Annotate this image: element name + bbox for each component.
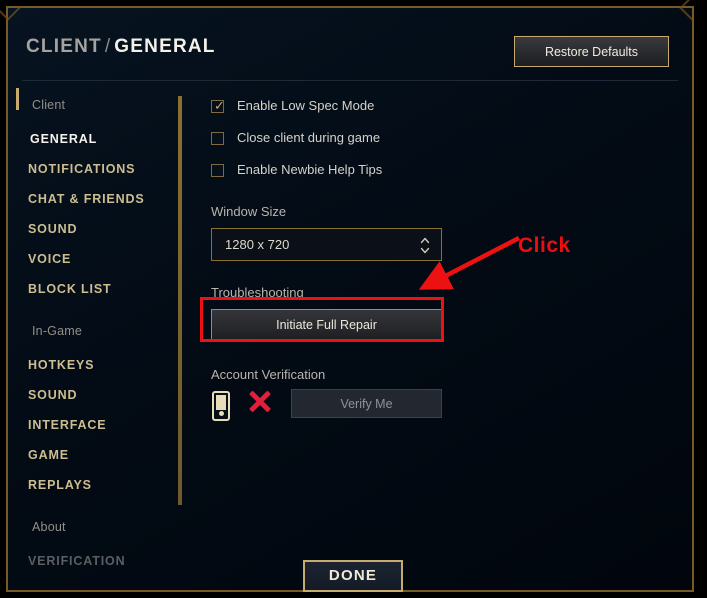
check-icon: ✓ <box>214 98 225 113</box>
window-size-dropdown[interactable]: 1280 x 720 <box>211 228 442 261</box>
checkbox-label-enable-low-spec-mode: Enable Low Spec Mode <box>237 98 375 113</box>
sidebar-group-client: Client <box>32 98 66 112</box>
window-size-value: 1280 x 720 <box>225 237 290 252</box>
sidebar-item-interface[interactable]: INTERFACE <box>28 418 107 432</box>
checkbox-close-client-during-game[interactable] <box>211 132 224 145</box>
sidebar-item-voice[interactable]: VOICE <box>28 252 71 266</box>
settings-sidebar: Client GENERAL NOTIFICATIONS CHAT & FRIE… <box>8 88 178 568</box>
sidebar-item-chat-friends[interactable]: CHAT & FRIENDS <box>28 192 145 206</box>
breadcrumb-separator: / <box>104 36 112 57</box>
breadcrumb-current: GENERAL <box>114 36 216 57</box>
annotation-click-label: Click <box>518 234 571 257</box>
phone-home-button <box>218 411 224 416</box>
sidebar-item-block-list[interactable]: BLOCK LIST <box>28 282 112 296</box>
sidebar-item-game[interactable]: GAME <box>28 448 69 462</box>
breadcrumb: CLIENT / GENERAL <box>26 36 216 58</box>
sidebar-item-sound-game[interactable]: SOUND <box>28 388 77 402</box>
checkbox-label-enable-newbie-help-tips: Enable Newbie Help Tips <box>237 162 383 177</box>
sidebar-group-about: About <box>32 520 66 534</box>
x-mark-icon <box>247 388 273 414</box>
initiate-full-repair-button[interactable]: Initiate Full Repair <box>211 309 442 340</box>
chevron-updown-icon[interactable] <box>419 234 431 257</box>
sidebar-item-verification[interactable]: VERIFICATION <box>28 554 125 568</box>
restore-defaults-button[interactable]: Restore Defaults <box>514 36 669 67</box>
checkbox-enable-low-spec-mode[interactable]: ✓ <box>211 98 225 113</box>
sidebar-group-in-game: In-Game <box>32 324 83 338</box>
sidebar-item-sound-client[interactable]: SOUND <box>28 222 77 236</box>
breadcrumb-root[interactable]: CLIENT <box>26 36 102 57</box>
phone-screen <box>216 395 226 410</box>
troubleshooting-label: Troubleshooting <box>211 285 304 300</box>
sidebar-item-general[interactable]: GENERAL <box>30 132 97 146</box>
checkbox-enable-newbie-help-tips[interactable] <box>211 164 224 177</box>
header-bar: CLIENT / GENERAL Restore Defaults <box>8 8 692 70</box>
league-client-settings-window: CLIENT / GENERAL Restore Defaults Client G… <box>0 0 707 598</box>
sidebar-item-hotkeys[interactable]: HOTKEYS <box>28 358 94 372</box>
checkbox-label-close-client-during-game: Close client during game <box>237 130 381 145</box>
window-frame: CLIENT / GENERAL Restore Defaults Client G… <box>0 0 705 592</box>
header-divider <box>22 80 678 81</box>
phone-icon <box>212 391 230 421</box>
done-button[interactable]: DONE <box>303 560 403 592</box>
sidebar-scrollbar[interactable] <box>178 96 182 505</box>
account-verification-label: Account Verification <box>211 367 326 382</box>
sidebar-item-replays[interactable]: REPLAYS <box>28 478 92 492</box>
window-inner-surface: CLIENT / GENERAL Restore Defaults Client G… <box>0 0 705 590</box>
sidebar-active-indicator <box>16 88 19 110</box>
chevron-updown-glyph <box>420 237 430 254</box>
verify-me-button[interactable]: Verify Me <box>291 389 442 418</box>
sidebar-item-notifications[interactable]: NOTIFICATIONS <box>28 162 135 176</box>
window-size-label: Window Size <box>211 204 287 219</box>
